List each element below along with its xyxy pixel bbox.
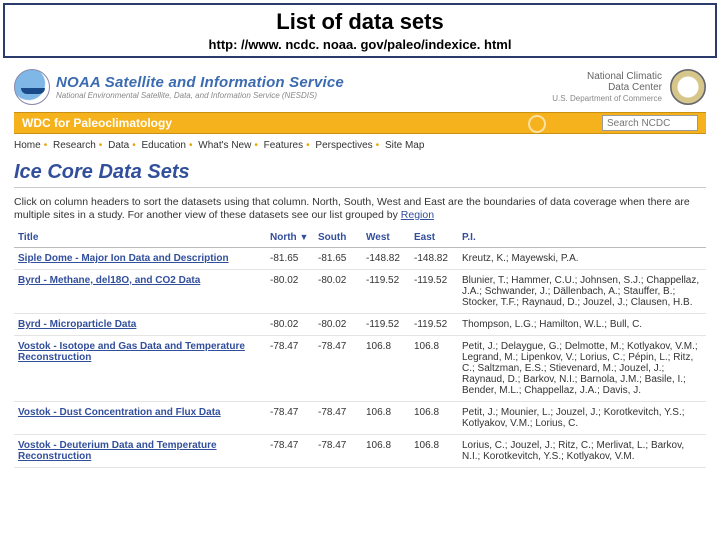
- region-link[interactable]: Region: [401, 209, 434, 221]
- pi-cell: Lorius, C.; Jouzel, J.; Ritz, C.; Merliv…: [458, 435, 706, 468]
- slide-title: List of data sets: [5, 9, 715, 35]
- wdc-banner: WDC for Paleoclimatology: [14, 112, 706, 134]
- east-cell: -148.82: [410, 248, 458, 270]
- slide-url: http: //www. ncdc. noaa. gov/paleo/index…: [5, 37, 715, 52]
- satinfo-title: NOAA Satellite and Information Service: [56, 74, 344, 91]
- dataset-title-cell: Vostok - Dust Concentration and Flux Dat…: [14, 402, 266, 435]
- east-cell: -119.52: [410, 270, 458, 314]
- north-cell: -80.02: [266, 314, 314, 336]
- col-west[interactable]: West: [362, 228, 410, 248]
- dataset-link[interactable]: Byrd - Methane, del18O, and CO2 Data: [18, 275, 200, 286]
- nav-breadcrumb: Home• Research• Data• Education• What's …: [14, 140, 706, 151]
- west-cell: -119.52: [362, 314, 410, 336]
- col-pi[interactable]: P.I.: [458, 228, 706, 248]
- col-title[interactable]: Title: [14, 228, 266, 248]
- west-cell: -148.82: [362, 248, 410, 270]
- north-cell: -78.47: [266, 402, 314, 435]
- dataset-link[interactable]: Byrd - Microparticle Data: [18, 319, 136, 330]
- east-cell: -119.52: [410, 314, 458, 336]
- col-north[interactable]: North ▼: [266, 228, 314, 248]
- pi-cell: Thompson, L.G.; Hamilton, W.L.; Bull, C.: [458, 314, 706, 336]
- dataset-title-cell: Vostok - Deuterium Data and Temperature …: [14, 435, 266, 468]
- south-cell: -78.47: [314, 435, 362, 468]
- col-south[interactable]: South: [314, 228, 362, 248]
- north-cell: -78.47: [266, 435, 314, 468]
- sort-indicator-icon: ▼: [299, 232, 308, 242]
- table-row: Vostok - Deuterium Data and Temperature …: [14, 435, 706, 468]
- nav-research[interactable]: Research: [53, 140, 96, 151]
- page-title: Ice Core Data Sets: [14, 161, 706, 188]
- pi-cell: Kreutz, K.; Mayewski, P.A.: [458, 248, 706, 270]
- search-input[interactable]: [602, 115, 698, 131]
- west-cell: 106.8: [362, 435, 410, 468]
- satinfo-block: NOAA Satellite and Information Service N…: [56, 74, 344, 100]
- ncdc-label: National Climatic Data Center U.S. Depar…: [552, 71, 662, 104]
- pi-cell: Blunier, T.; Hammer, C.U.; Johnsen, S.J.…: [458, 270, 706, 314]
- nav-education[interactable]: Education: [142, 140, 186, 151]
- south-cell: -78.47: [314, 336, 362, 402]
- dataset-link[interactable]: Vostok - Deuterium Data and Temperature …: [18, 440, 217, 462]
- table-row: Byrd - Methane, del18O, and CO2 Data -80.…: [14, 270, 706, 314]
- east-cell: 106.8: [410, 336, 458, 402]
- datasets-table: Title North ▼ South West East P.I. Siple…: [14, 228, 706, 468]
- satinfo-subtitle: National Environmental Satellite, Data, …: [56, 91, 344, 100]
- table-row: Siple Dome - Major Ion Data and Descript…: [14, 248, 706, 270]
- dataset-title-cell: Siple Dome - Major Ion Data and Descript…: [14, 248, 266, 270]
- table-row: Vostok - Dust Concentration and Flux Dat…: [14, 402, 706, 435]
- nav-sitemap[interactable]: Site Map: [385, 140, 424, 151]
- north-cell: -80.02: [266, 270, 314, 314]
- dataset-title-cell: Vostok - Isotope and Gas Data and Temper…: [14, 336, 266, 402]
- slide-title-bar: List of data sets http: //www. ncdc. noa…: [3, 3, 717, 58]
- dataset-title-cell: Byrd - Methane, del18O, and CO2 Data: [14, 270, 266, 314]
- intro-text: Click on column headers to sort the data…: [14, 196, 706, 222]
- north-cell: -78.47: [266, 336, 314, 402]
- nav-features[interactable]: Features: [264, 140, 303, 151]
- west-cell: 106.8: [362, 336, 410, 402]
- table-row: Byrd - Microparticle Data-80.02-80.02-11…: [14, 314, 706, 336]
- north-cell: -81.65: [266, 248, 314, 270]
- dataset-title-cell: Byrd - Microparticle Data: [14, 314, 266, 336]
- nav-whatsnew[interactable]: What's New: [198, 140, 251, 151]
- pi-cell: Petit, J.; Delaygue, G.; Delmotte, M.; K…: [458, 336, 706, 402]
- nav-data[interactable]: Data: [108, 140, 129, 151]
- wdc-label: WDC for Paleoclimatology: [22, 116, 172, 130]
- nav-perspectives[interactable]: Perspectives: [315, 140, 372, 151]
- pi-cell: Petit, J.; Mounier, L.; Jouzel, J.; Koro…: [458, 402, 706, 435]
- table-row: Vostok - Isotope and Gas Data and Temper…: [14, 336, 706, 402]
- noaa-logo-icon: [14, 69, 50, 105]
- dataset-link[interactable]: Vostok - Isotope and Gas Data and Temper…: [18, 341, 245, 363]
- commerce-seal-icon: [670, 69, 706, 105]
- dataset-link[interactable]: Vostok - Dust Concentration and Flux Dat…: [18, 407, 221, 418]
- col-east[interactable]: East: [410, 228, 458, 248]
- south-cell: -80.02: [314, 314, 362, 336]
- west-cell: 106.8: [362, 402, 410, 435]
- south-cell: -78.47: [314, 402, 362, 435]
- dataset-link[interactable]: Siple Dome - Major Ion Data and Descript…: [18, 253, 229, 264]
- east-cell: 106.8: [410, 402, 458, 435]
- west-cell: -119.52: [362, 270, 410, 314]
- nav-home[interactable]: Home: [14, 140, 41, 151]
- site-header: NOAA Satellite and Information Service N…: [14, 66, 706, 108]
- globe-icon: [528, 115, 546, 133]
- south-cell: -81.65: [314, 248, 362, 270]
- east-cell: 106.8: [410, 435, 458, 468]
- south-cell: -80.02: [314, 270, 362, 314]
